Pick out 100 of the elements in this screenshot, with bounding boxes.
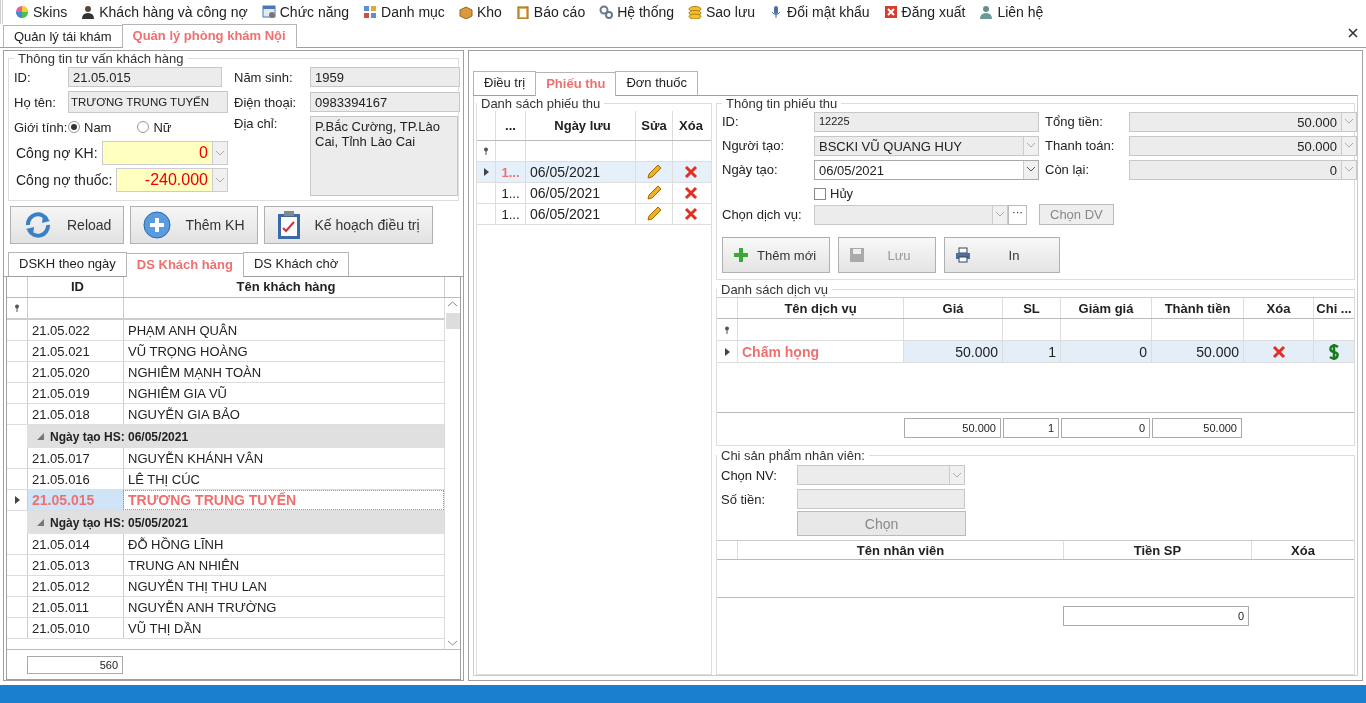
service-dropdown[interactable]: [814, 204, 1008, 225]
field-label: Ngày tạo:: [722, 162, 779, 177]
menu-item[interactable]: Skins: [9, 4, 74, 20]
table-cell: NGHIÊM GIA VŨ: [123, 383, 444, 403]
phone-field[interactable]: 0983394167: [310, 92, 460, 112]
column-header: Xóa: [1251, 541, 1354, 559]
menu-item[interactable]: Kho: [452, 4, 508, 20]
table-cell: PHẠM ANH QUÂN: [123, 320, 444, 340]
menu-item[interactable]: Chức năng: [255, 4, 356, 20]
pencil-icon[interactable]: [646, 206, 662, 222]
total-field[interactable]: 50.000: [1129, 111, 1357, 132]
group-title: Danh sách dịch vụ: [720, 282, 829, 297]
creator-dropdown[interactable]: BSCKI VŨ QUANG HUY: [814, 135, 1039, 156]
collapse-triangle-icon[interactable]: [37, 433, 44, 440]
radio-option[interactable]: Nam: [68, 119, 112, 135]
tab[interactable]: DS Khách chờ: [242, 252, 350, 276]
menu-item[interactable]: Hệ thống: [593, 4, 680, 20]
delete-icon[interactable]: [684, 186, 698, 200]
filter-pin-icon: [724, 325, 730, 334]
action-button[interactable]: In: [944, 237, 1060, 273]
column-header: Thành tiền: [1151, 298, 1243, 318]
group-row[interactable]: Ngày tạo HS: 05/05/2021: [27, 511, 444, 534]
tab[interactable]: Quản lý tái khám: [3, 25, 123, 47]
table-cell: 21.05.018: [27, 404, 123, 424]
delete-icon[interactable]: [684, 165, 698, 179]
table-cell: NGHIÊM MẠNH TOÀN: [123, 362, 444, 382]
remaining-field[interactable]: 0: [1129, 159, 1357, 180]
field-label: ID:: [14, 69, 32, 85]
column-header[interactable]: ...: [495, 111, 525, 140]
table-cell: 21.05.015: [27, 490, 123, 510]
person-icon: [81, 5, 96, 19]
table-cell: ĐỖ HỒNG LĨNH: [123, 534, 444, 554]
column-header: Sửa: [635, 111, 672, 140]
tab[interactable]: DSKH theo ngày: [8, 252, 127, 276]
menu-item[interactable]: Đổi mật khẩu: [763, 4, 876, 20]
name-field[interactable]: TRƯƠNG TRUNG TUYẾN: [68, 91, 228, 113]
menu-item[interactable]: Báo cáo: [509, 4, 592, 20]
scrollbar[interactable]: [444, 298, 460, 649]
dollar-icon[interactable]: [1327, 342, 1341, 361]
printer-icon: [955, 247, 971, 263]
paid-field[interactable]: 50.000: [1129, 135, 1357, 156]
menu-item[interactable]: Sao lưu: [682, 4, 762, 20]
pencil-icon[interactable]: [646, 185, 662, 201]
total-cell: 0: [1063, 606, 1249, 626]
group-row[interactable]: Ngày tạo HS: 06/05/2021: [27, 425, 444, 448]
table-cell: VŨ TRỌNG HOÀNG: [123, 341, 444, 361]
column-header: Tên nhân viên: [737, 541, 1063, 559]
amount-field[interactable]: [797, 489, 965, 509]
tab[interactable]: Đơn thuốc: [615, 71, 698, 95]
cancel-checkbox[interactable]: Hủy: [814, 186, 854, 201]
coins-icon: [688, 5, 702, 19]
row-pointer-icon: [14, 496, 20, 504]
field-label: Điện thoại:: [234, 94, 298, 110]
pencil-icon[interactable]: [646, 164, 662, 180]
action-button[interactable]: Thêm KH: [130, 206, 258, 244]
field-label: Công nợ thuốc:: [15, 172, 113, 188]
column-header: Tiền SP: [1063, 541, 1251, 559]
radio-option[interactable]: Nữ: [137, 119, 172, 135]
table-cell: 1...: [495, 183, 525, 203]
table-cell: 21.05.012: [27, 576, 123, 596]
action-button[interactable]: Thêm mới: [722, 237, 830, 273]
table-cell: 50.000: [903, 341, 1002, 362]
drug-debt-field[interactable]: -240.000: [116, 168, 228, 192]
grid-icon: [363, 5, 378, 19]
window-gear-icon: [261, 5, 276, 19]
color-wheel-icon: [15, 5, 29, 19]
action-button[interactable]: Kế hoạch điều trị: [263, 206, 433, 244]
column-header: Giảm giá: [1060, 298, 1151, 318]
table-cell: 21.05.022: [27, 320, 123, 340]
table-cell: 0: [1060, 341, 1151, 362]
menu-item[interactable]: Đăng xuất: [877, 4, 972, 20]
delete-icon[interactable]: [1271, 344, 1286, 359]
scroll-up-icon[interactable]: [448, 301, 457, 307]
menu-item[interactable]: Liên hệ: [973, 4, 1050, 20]
table-cell: 21.05.010: [27, 618, 123, 638]
column-header: Xóa: [1243, 298, 1313, 318]
column-header: SL: [1002, 298, 1060, 318]
id-field[interactable]: 12225: [814, 111, 1039, 132]
tab[interactable]: Điều trị: [473, 71, 537, 95]
count-field: 560: [27, 655, 123, 674]
scroll-down-icon[interactable]: [448, 640, 457, 646]
row-pointer-icon: [724, 347, 730, 356]
birth-year-field[interactable]: 1959: [310, 67, 460, 87]
action-button[interactable]: Reload: [10, 206, 125, 244]
delete-icon[interactable]: [684, 207, 698, 221]
field-label: Họ tên:: [14, 94, 57, 110]
debt-field[interactable]: 0: [101, 141, 228, 165]
table-cell: 21.05.019: [27, 383, 123, 403]
clipboard-icon: [515, 5, 530, 19]
menu-item[interactable]: Khách hàng và công nợ: [75, 4, 254, 20]
more-button[interactable]: ···: [1008, 204, 1027, 225]
date-picker[interactable]: 06/05/2021: [814, 159, 1039, 180]
collapse-triangle-icon[interactable]: [37, 519, 44, 526]
scrollbar-thumb[interactable]: [445, 313, 460, 329]
field-label: Chọn NV:: [721, 467, 778, 483]
menu-item[interactable]: Danh mục: [357, 4, 451, 20]
id-field[interactable]: 21.05.015: [68, 67, 222, 87]
table-cell: NGUYỄN ANH TRƯỜNG: [123, 597, 444, 617]
address-field[interactable]: P.Bắc Cường, TP.Lào Cai, Tỉnh Lào Cai: [310, 116, 458, 196]
table-cell: 1...: [495, 162, 525, 182]
